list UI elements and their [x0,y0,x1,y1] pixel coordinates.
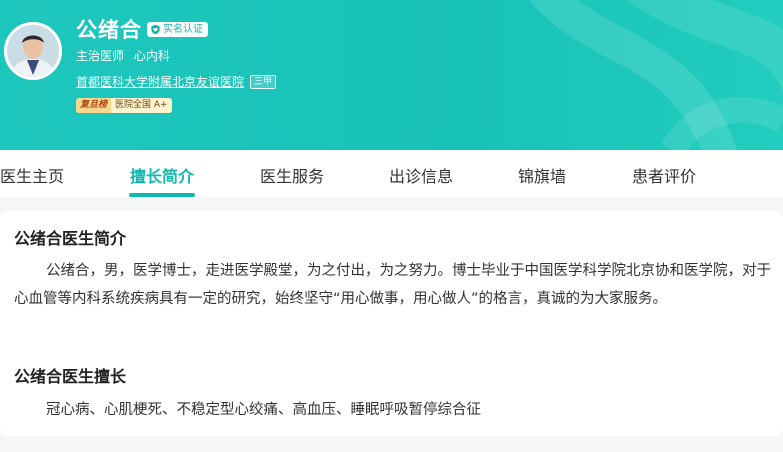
doctor-header: 公绪合 实名认证 主治医师 心内科 首都医科大学附属北京友谊医院 三甲 复旦榜 … [0,0,783,150]
expertise-text: 冠心病、心肌梗死、不稳定型心绞痛、高血压、睡眠呼吸暂停综合征 [46,402,481,418]
intro-heading: 公绪合医生简介 [14,229,127,248]
tab-bar: 医生主页 擅长简介 医生服务 出诊信息 锦旗墙 患者评价 [0,150,783,197]
intro-text: 公绪合，男，医学博士，走进医学殿堂，为之付出，为之努力。博士毕业于中国医学科学院… [14,263,771,307]
verified-label: 实名认证 [163,24,203,35]
verified-badge: 实名认证 [147,22,208,37]
doctor-title: 主治医师 [76,49,125,63]
tab-schedule[interactable]: 出诊信息 [389,163,453,187]
ranking-level: 医院全国 A+ [111,98,172,113]
tab-reviews[interactable]: 患者评价 [632,163,696,187]
active-tab-indicator [129,193,195,197]
hospital-grade-badge: 三甲 [250,74,277,89]
tab-expertise-intro[interactable]: 擅长简介 [130,163,194,187]
tab-services[interactable]: 医生服务 [260,163,324,187]
doctor-avatar [4,22,62,80]
heart-shield-icon [151,24,160,35]
doctor-department: 心内科 [133,49,170,63]
doctor-name: 公绪合 [76,18,142,42]
tab-banner-wall[interactable]: 锦旗墙 [518,163,566,187]
hospital-link[interactable]: 首都医科大学附属北京友谊医院 [76,73,244,90]
expertise-heading: 公绪合医生擅长 [14,367,127,386]
doctor-title-line: 主治医师 心内科 [76,47,170,64]
ranking-brand: 复旦榜 [76,98,112,113]
hospital-line: 首都医科大学附属北京友谊医院 三甲 [76,73,277,90]
tab-home[interactable]: 医生主页 [0,163,64,187]
decorative-swoosh [530,0,783,150]
ranking-badge[interactable]: 复旦榜 医院全国 A+ [76,98,172,113]
